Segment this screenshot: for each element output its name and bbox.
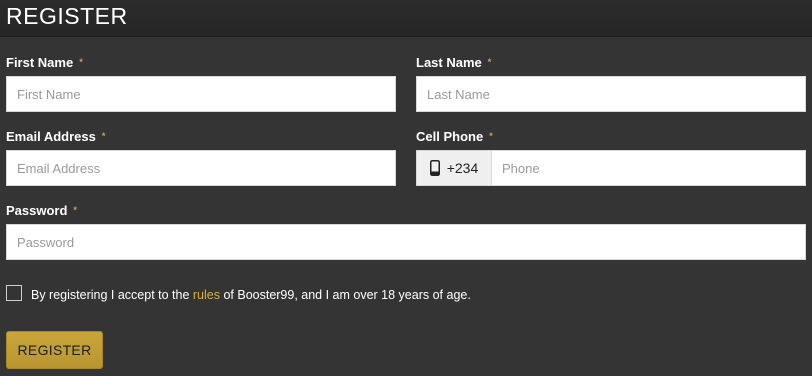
terms-text: By registering I accept to the rules of … bbox=[31, 288, 471, 302]
register-button[interactable]: REGISTER bbox=[6, 331, 103, 369]
required-marker: * bbox=[73, 205, 77, 215]
password-field bbox=[6, 224, 806, 260]
password-input[interactable] bbox=[7, 225, 805, 259]
first-name-field bbox=[6, 76, 396, 112]
password-label: Password * bbox=[6, 203, 77, 218]
country-code: +234 bbox=[446, 160, 479, 176]
first-name-input[interactable] bbox=[7, 77, 395, 111]
last-name-field bbox=[416, 76, 806, 112]
page-title: REGISTER bbox=[6, 3, 128, 29]
password-label-text: Password bbox=[6, 203, 68, 218]
first-name-label-text: First Name bbox=[6, 55, 74, 70]
email-label-text: Email Address bbox=[6, 129, 96, 144]
email-label: Email Address * bbox=[6, 129, 105, 144]
first-name-label: First Name * bbox=[6, 55, 83, 70]
email-input[interactable] bbox=[7, 151, 395, 185]
email-field bbox=[6, 150, 396, 186]
terms-checkbox[interactable] bbox=[6, 285, 22, 301]
required-marker: * bbox=[487, 57, 492, 67]
country-code-selector[interactable]: +234 bbox=[417, 151, 492, 185]
last-name-input[interactable] bbox=[417, 77, 805, 111]
required-marker: * bbox=[101, 131, 106, 141]
required-marker: * bbox=[489, 131, 493, 141]
mobile-phone-icon bbox=[429, 160, 440, 176]
cell-phone-label-text: Cell Phone bbox=[416, 129, 484, 144]
rules-link[interactable]: rules bbox=[193, 288, 220, 302]
cell-phone-field: +234 bbox=[416, 150, 806, 186]
last-name-label-text: Last Name bbox=[416, 55, 482, 70]
phone-input[interactable] bbox=[492, 151, 805, 185]
terms-text-before: By registering I accept to the bbox=[31, 288, 193, 302]
last-name-label: Last Name * bbox=[416, 55, 491, 70]
terms-text-after: of Booster99, and I am over 18 years of … bbox=[219, 288, 471, 302]
page-header: REGISTER bbox=[0, 0, 812, 37]
cell-phone-label: Cell Phone * bbox=[416, 129, 493, 144]
required-marker: * bbox=[79, 57, 83, 67]
